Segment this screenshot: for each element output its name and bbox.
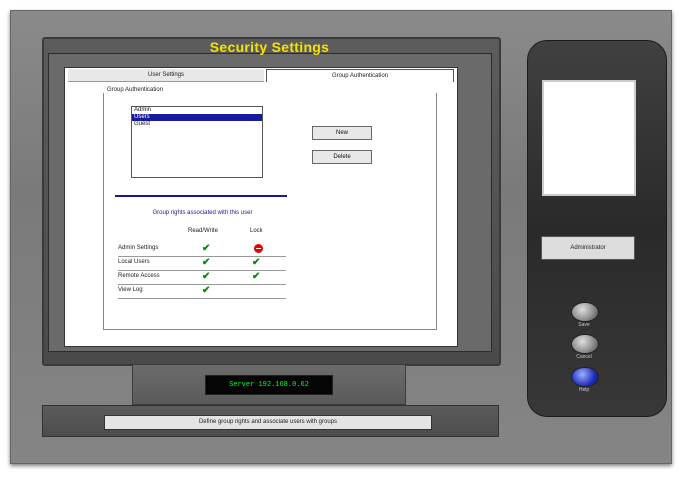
list-item[interactable]: Guest bbox=[132, 121, 262, 128]
list-item[interactable]: Admin bbox=[132, 107, 262, 114]
permission-row: Admin Settings ✔ bbox=[118, 242, 286, 257]
new-button[interactable]: New bbox=[312, 126, 372, 140]
check-icon[interactable]: ✔ bbox=[202, 285, 210, 296]
cancel-button[interactable] bbox=[571, 334, 599, 354]
check-icon[interactable]: ✔ bbox=[202, 271, 210, 282]
preview-screen bbox=[542, 80, 636, 196]
cancel-label: Cancel bbox=[576, 354, 592, 360]
list-item[interactable]: Users bbox=[132, 114, 262, 121]
divider bbox=[115, 195, 287, 197]
permission-label: View Log bbox=[118, 287, 143, 293]
permission-row: Remote Access ✔ ✔ bbox=[118, 270, 286, 285]
check-icon[interactable]: ✔ bbox=[202, 257, 210, 268]
groups-listbox[interactable]: Admin Users Guest bbox=[131, 106, 263, 178]
help-button[interactable] bbox=[571, 367, 599, 387]
column-header-lock: Lock bbox=[250, 228, 263, 234]
status-bar: Define group rights and associate users … bbox=[104, 415, 432, 430]
check-icon[interactable]: ✔ bbox=[252, 257, 260, 268]
tab-user-settings[interactable]: User Settings bbox=[68, 69, 264, 82]
lcd-display: Server 192.168.0.62 bbox=[205, 375, 333, 395]
check-icon[interactable]: ✔ bbox=[202, 243, 210, 254]
column-header-read-write: Read/Write bbox=[188, 228, 218, 234]
save-button[interactable] bbox=[571, 302, 599, 322]
permission-row: Local Users ✔ ✔ bbox=[118, 256, 286, 271]
window-title: Security Settings bbox=[209, 39, 330, 55]
tab-group-authentication[interactable]: Group Authentication bbox=[266, 69, 454, 82]
group-box-label: Group Authentication bbox=[105, 87, 166, 93]
permission-label: Local Users bbox=[118, 259, 150, 265]
check-icon[interactable]: ✔ bbox=[252, 271, 260, 282]
side-field[interactable]: Administrator bbox=[541, 236, 635, 260]
permissions-caption: Group rights associated with this user bbox=[152, 210, 253, 216]
help-label: Help bbox=[578, 387, 590, 393]
delete-button[interactable]: Delete bbox=[312, 150, 372, 164]
deny-icon[interactable] bbox=[254, 244, 263, 253]
save-label: Save bbox=[578, 322, 590, 328]
permission-label: Admin Settings bbox=[118, 245, 159, 251]
permission-row: View Log ✔ bbox=[118, 284, 286, 299]
permission-label: Remote Access bbox=[118, 273, 160, 279]
